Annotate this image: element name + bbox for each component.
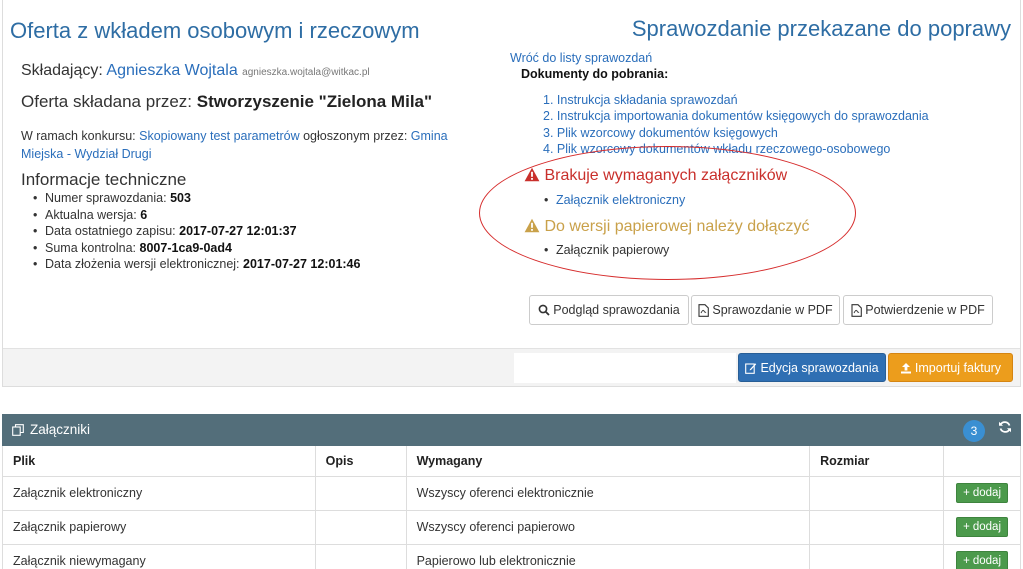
import-invoices-button[interactable]: Importuj faktury: [888, 353, 1013, 382]
attachments-count-badge: 3: [963, 420, 985, 442]
cell-description: [314, 509, 407, 545]
refresh-icon[interactable]: [998, 420, 1012, 434]
cell-required: Wszyscy oferenci papierowo: [405, 509, 811, 545]
applicant-label: Składający:: [21, 62, 103, 79]
column-header-description: Opis: [314, 446, 407, 477]
add-attachment-button[interactable]: + dodaj: [956, 483, 1008, 503]
report-status: Sprawozdanie przekazane do poprawy: [631, 16, 1011, 41]
table-row: Załącznik elektroniczny Wszyscy oferenci…: [2, 475, 1022, 511]
preview-report-button[interactable]: Podgląd sprawozdania: [529, 295, 689, 325]
column-header-required: Wymagany: [405, 446, 811, 477]
offer-line: Oferta składana przez: Stworzyszenie "Zi…: [21, 92, 432, 112]
offer-organization: Stworzyszenie "Zielona Mila": [196, 92, 433, 111]
add-attachment-button[interactable]: + dodaj: [956, 551, 1008, 569]
contest-prefix: W ramach konkursu:: [21, 129, 136, 143]
tech-item: Data złożenia wersji elektronicznej: 201…: [21, 256, 360, 273]
cell-required: Wszyscy oferenci elektronicznie: [405, 475, 811, 511]
edit-icon: [745, 362, 757, 374]
edit-report-button[interactable]: Edycja sprawozdania: [738, 353, 886, 382]
tech-item: Data ostatniego zapisu: 2017-07-27 12:01…: [21, 223, 360, 240]
confirmation-pdf-button[interactable]: Potwierdzenie w PDF: [843, 295, 993, 325]
cell-actions: + dodaj: [942, 543, 1022, 569]
report-pdf-button[interactable]: Sprawozdanie w PDF: [691, 295, 840, 325]
cell-description: [314, 475, 407, 511]
pdf-file-icon: [851, 303, 863, 317]
tech-item: Suma kontrolna: 8007-1ca9-0ad4: [21, 240, 360, 257]
offer-label: Oferta składana przez:: [21, 92, 193, 111]
cell-size: [809, 509, 944, 545]
tech-item: Numer sprawozdania: 503: [21, 190, 360, 207]
attachments-title: Załączniki: [12, 422, 90, 437]
applicant-email: agnieszka.wojtala@witkac.pl: [242, 67, 370, 78]
column-header-actions: [942, 446, 1022, 477]
download-link-import-instructions[interactable]: 2. Instrukcja importowania dokumentów ks…: [543, 109, 929, 123]
download-link-instructions[interactable]: 1. Instrukcja składania sprawozdań: [543, 93, 738, 107]
page-title: Oferta z wkładem osobowym i rzeczowym: [10, 18, 420, 43]
cell-size: [809, 543, 944, 569]
table-row: Załącznik niewymagany Papierowo lub elek…: [2, 543, 1022, 569]
contest-mid: ogłoszonym przez:: [303, 129, 408, 143]
search-icon: [538, 304, 550, 316]
contest-link[interactable]: Skopiowany test parametrów: [139, 129, 300, 143]
downloads-title: Dokumenty do pobrania:: [521, 67, 669, 81]
technical-info-list: Numer sprawozdania: 503 Aktualna wersja:…: [21, 190, 360, 273]
cell-size: [809, 475, 944, 511]
cell-file: Załącznik papierowy: [2, 509, 316, 545]
cell-required: Papierowo lub elektronicznie: [405, 543, 811, 569]
attachments-table: Plik Opis Wymagany Rozmiar Załącznik ele…: [2, 446, 1022, 569]
table-row: Załącznik papierowy Wszyscy oferenci pap…: [2, 509, 1022, 545]
back-to-reports-link[interactable]: Wróć do listy sprawozdań: [510, 51, 652, 65]
tech-item: Aktualna wersja: 6: [21, 207, 360, 224]
downloads-list: 1. Instrukcja składania sprawozdań 2. In…: [543, 92, 929, 158]
cell-file: Załącznik niewymagany: [2, 543, 316, 569]
column-header-size: Rozmiar: [809, 446, 944, 477]
table-header-row: Plik Opis Wymagany Rozmiar: [2, 446, 1022, 477]
cell-actions: + dodaj: [942, 475, 1022, 511]
cell-file: Załącznik elektroniczny: [2, 475, 316, 511]
cell-description: [314, 543, 407, 569]
plus-icon: +: [963, 555, 970, 567]
actions-spacer: [514, 353, 736, 383]
pdf-file-icon: [698, 303, 710, 317]
highlight-oval: [479, 146, 856, 280]
plus-icon: +: [963, 487, 970, 499]
applicant-name-link[interactable]: Agnieszka Wojtala: [106, 62, 237, 79]
technical-info-title: Informacje techniczne: [21, 170, 187, 189]
add-attachment-button[interactable]: + dodaj: [956, 517, 1008, 537]
applicant-line: Składający: Agnieszka Wojtala agnieszka.…: [21, 62, 370, 80]
cell-actions: + dodaj: [942, 509, 1022, 545]
upload-icon: [900, 362, 912, 374]
plus-icon: +: [963, 521, 970, 533]
attachments-header: Załączniki 3: [2, 414, 1021, 446]
download-link-accounting-template[interactable]: 3. Plik wzorcowy dokumentów księgowych: [543, 126, 778, 140]
copy-icon: [12, 423, 24, 436]
contest-line: W ramach konkursu: Skopiowany test param…: [21, 127, 491, 163]
column-header-file: Plik: [2, 446, 316, 477]
